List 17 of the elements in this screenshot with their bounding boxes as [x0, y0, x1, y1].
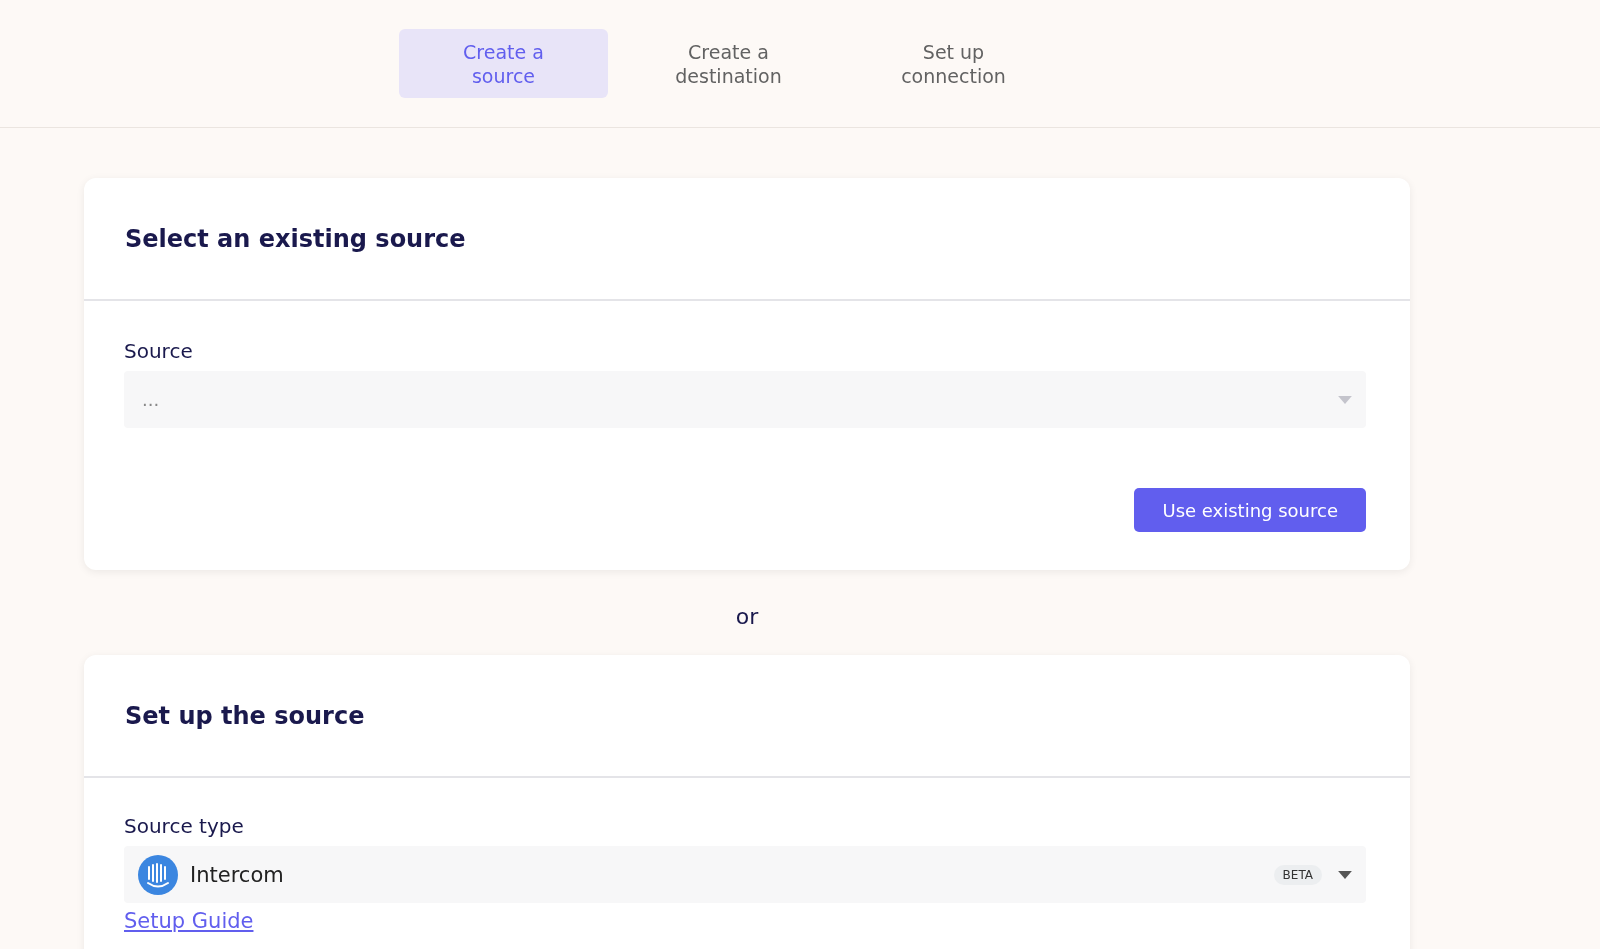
- source-select[interactable]: ...: [124, 371, 1366, 428]
- field-label: Source: [124, 339, 194, 363]
- intercom-logo-icon: [138, 854, 178, 895]
- setup-guide-link[interactable]: Setup Guide: [124, 909, 254, 933]
- source-type-select[interactable]: Intercom BETA: [124, 846, 1366, 903]
- step-tab[interactable]: Create a destination: [624, 29, 833, 98]
- card-title: Select an existing source: [125, 224, 466, 253]
- card-title: Set up the source: [125, 701, 365, 730]
- step-tab[interactable]: Create a source: [399, 29, 608, 98]
- caret-icon: [1338, 870, 1352, 879]
- beta-badge: BETA: [1273, 864, 1322, 885]
- field-label: Source type: [124, 814, 245, 838]
- select-value: Intercom: [190, 862, 285, 887]
- caret-icon: [1338, 396, 1352, 404]
- or-separator: or: [734, 603, 760, 631]
- step-tab[interactable]: Set up connection: [849, 29, 1058, 98]
- use-existing-source-button[interactable]: Use existing source: [1134, 488, 1366, 532]
